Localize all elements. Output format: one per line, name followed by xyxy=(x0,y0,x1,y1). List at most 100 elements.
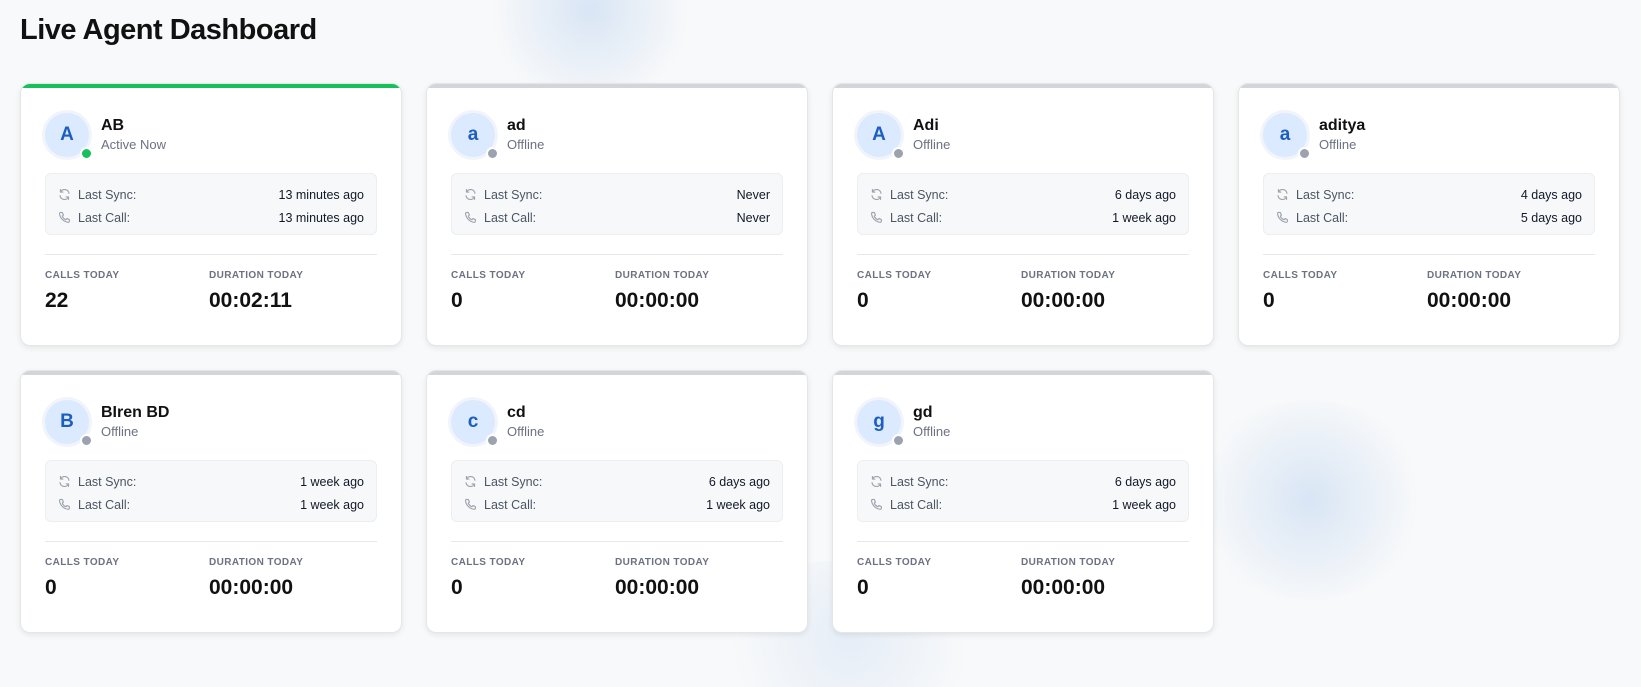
last-sync-row: Last Sync: 1 week ago xyxy=(58,470,364,493)
last-sync-row: Last Sync: 6 days ago xyxy=(464,470,770,493)
last-sync-label: Last Sync: xyxy=(890,474,949,489)
calls-today-value: 22 xyxy=(45,289,69,312)
duration-today-value: 00:00:00 xyxy=(1427,289,1512,312)
last-sync-value: 1 week ago xyxy=(300,474,364,489)
stats: CALLS TODAY 0 DURATION TODAY 00:00:00 xyxy=(1263,269,1595,313)
avatar-initial: B xyxy=(60,411,74,432)
duration-today-label: DURATION TODAY xyxy=(1021,557,1116,568)
last-call-value: 13 minutes ago xyxy=(278,210,364,225)
duration-today-value: 00:00:00 xyxy=(1021,576,1106,599)
duration-today-value: 00:00:00 xyxy=(615,289,700,312)
calls-today-label: CALLS TODAY xyxy=(45,557,120,568)
last-sync-value: 6 days ago xyxy=(1114,474,1176,489)
agent-name: cd xyxy=(507,404,526,421)
duration-today-stat: DURATION TODAY 00:00:00 xyxy=(1427,269,1591,313)
status-bar xyxy=(21,84,401,88)
avatar: A xyxy=(857,113,905,160)
refresh-icon xyxy=(464,475,484,488)
last-sync-row: Last Sync: 6 days ago xyxy=(870,183,1176,206)
avatar: c xyxy=(451,400,499,447)
calls-today-stat: CALLS TODAY 0 xyxy=(451,556,615,600)
agent-header: A AB Active Now xyxy=(45,113,167,160)
agent-header: B BIren BD Offline xyxy=(45,400,170,447)
last-call-row: Last Call: 5 days ago xyxy=(1276,206,1582,229)
status-indicator xyxy=(486,147,499,160)
agent-card[interactable]: g gd Offline Last Sync: 6 days ago Last … xyxy=(832,370,1214,633)
agent-status: Offline xyxy=(1319,137,1357,152)
agent-status: Offline xyxy=(507,424,545,439)
avatar: B xyxy=(45,400,93,447)
calls-today-label: CALLS TODAY xyxy=(45,270,120,281)
avatar: a xyxy=(451,113,499,160)
avatar: g xyxy=(857,400,905,447)
refresh-icon xyxy=(58,188,78,201)
last-call-value: 1 week ago xyxy=(300,497,364,512)
divider xyxy=(45,541,377,542)
status-indicator xyxy=(80,147,93,160)
duration-today-label: DURATION TODAY xyxy=(615,557,710,568)
last-call-value: Never xyxy=(736,210,770,225)
avatar-initial: a xyxy=(1279,124,1291,145)
avatar-initial: g xyxy=(873,411,885,432)
phone-icon xyxy=(58,211,78,224)
status-bar xyxy=(427,371,807,375)
refresh-icon xyxy=(464,188,484,201)
status-bar xyxy=(833,84,1213,88)
agent-card[interactable]: A AB Active Now Last Sync: 13 minutes ag… xyxy=(20,83,402,346)
calls-today-stat: CALLS TODAY 0 xyxy=(45,556,209,600)
duration-today-value: 00:00:00 xyxy=(209,576,294,599)
agent-name: BIren BD xyxy=(101,404,170,421)
duration-today-stat: DURATION TODAY 00:00:00 xyxy=(209,556,373,600)
last-call-label: Last Call: xyxy=(484,210,537,225)
calls-today-label: CALLS TODAY xyxy=(857,270,932,281)
stats: CALLS TODAY 22 DURATION TODAY 00:02:11 xyxy=(45,269,377,313)
duration-today-stat: DURATION TODAY 00:00:00 xyxy=(1021,556,1185,600)
agent-card[interactable]: a aditya Offline Last Sync: 4 days ago L… xyxy=(1238,83,1620,346)
agent-name: ad xyxy=(507,117,526,134)
divider xyxy=(857,541,1189,542)
stats: CALLS TODAY 0 DURATION TODAY 00:00:00 xyxy=(451,269,783,313)
avatar: A xyxy=(45,113,93,160)
duration-today-value: 00:00:00 xyxy=(615,576,700,599)
duration-today-value: 00:00:00 xyxy=(1021,289,1106,312)
calls-today-value: 0 xyxy=(1263,289,1275,312)
last-sync-row: Last Sync: 13 minutes ago xyxy=(58,183,364,206)
duration-today-label: DURATION TODAY xyxy=(209,557,304,568)
stats: CALLS TODAY 0 DURATION TODAY 00:00:00 xyxy=(857,556,1189,600)
duration-today-label: DURATION TODAY xyxy=(1021,270,1116,281)
avatar-initial: a xyxy=(467,124,479,145)
phone-icon xyxy=(870,211,890,224)
calls-today-stat: CALLS TODAY 0 xyxy=(451,269,615,313)
status-indicator xyxy=(892,434,905,447)
last-call-row: Last Call: 1 week ago xyxy=(58,493,364,516)
last-sync-value: 6 days ago xyxy=(708,474,770,489)
calls-today-label: CALLS TODAY xyxy=(451,557,526,568)
agent-name: aditya xyxy=(1319,117,1366,134)
agent-header: a aditya Offline xyxy=(1263,113,1366,160)
calls-today-stat: CALLS TODAY 0 xyxy=(857,269,1021,313)
last-call-row: Last Call: 1 week ago xyxy=(464,493,770,516)
agent-card[interactable]: A Adi Offline Last Sync: 6 days ago Last… xyxy=(832,83,1214,346)
status-indicator xyxy=(1298,147,1311,160)
calls-today-value: 0 xyxy=(857,289,869,312)
agent-status: Active Now xyxy=(101,137,167,152)
phone-icon xyxy=(1276,211,1296,224)
agent-card[interactable]: c cd Offline Last Sync: 6 days ago Last … xyxy=(426,370,808,633)
last-sync-label: Last Sync: xyxy=(78,187,137,202)
divider xyxy=(451,254,783,255)
calls-today-value: 0 xyxy=(45,576,57,599)
calls-today-label: CALLS TODAY xyxy=(1263,270,1338,281)
status-indicator xyxy=(80,434,93,447)
calls-today-stat: CALLS TODAY 0 xyxy=(1263,269,1427,313)
agent-card[interactable]: a ad Offline Last Sync: Never Last Call: xyxy=(426,83,808,346)
refresh-icon xyxy=(870,475,890,488)
status-bar xyxy=(1239,84,1619,88)
agent-header: c cd Offline xyxy=(451,400,545,447)
calls-today-value: 0 xyxy=(451,289,463,312)
stats: CALLS TODAY 0 DURATION TODAY 00:00:00 xyxy=(857,269,1189,313)
activity-info: Last Sync: 6 days ago Last Call: 1 week … xyxy=(857,460,1189,522)
activity-info: Last Sync: 13 minutes ago Last Call: 13 … xyxy=(45,173,377,235)
last-sync-value: 4 days ago xyxy=(1520,187,1582,202)
phone-icon xyxy=(464,211,484,224)
agent-card[interactable]: B BIren BD Offline Last Sync: 1 week ago… xyxy=(20,370,402,633)
